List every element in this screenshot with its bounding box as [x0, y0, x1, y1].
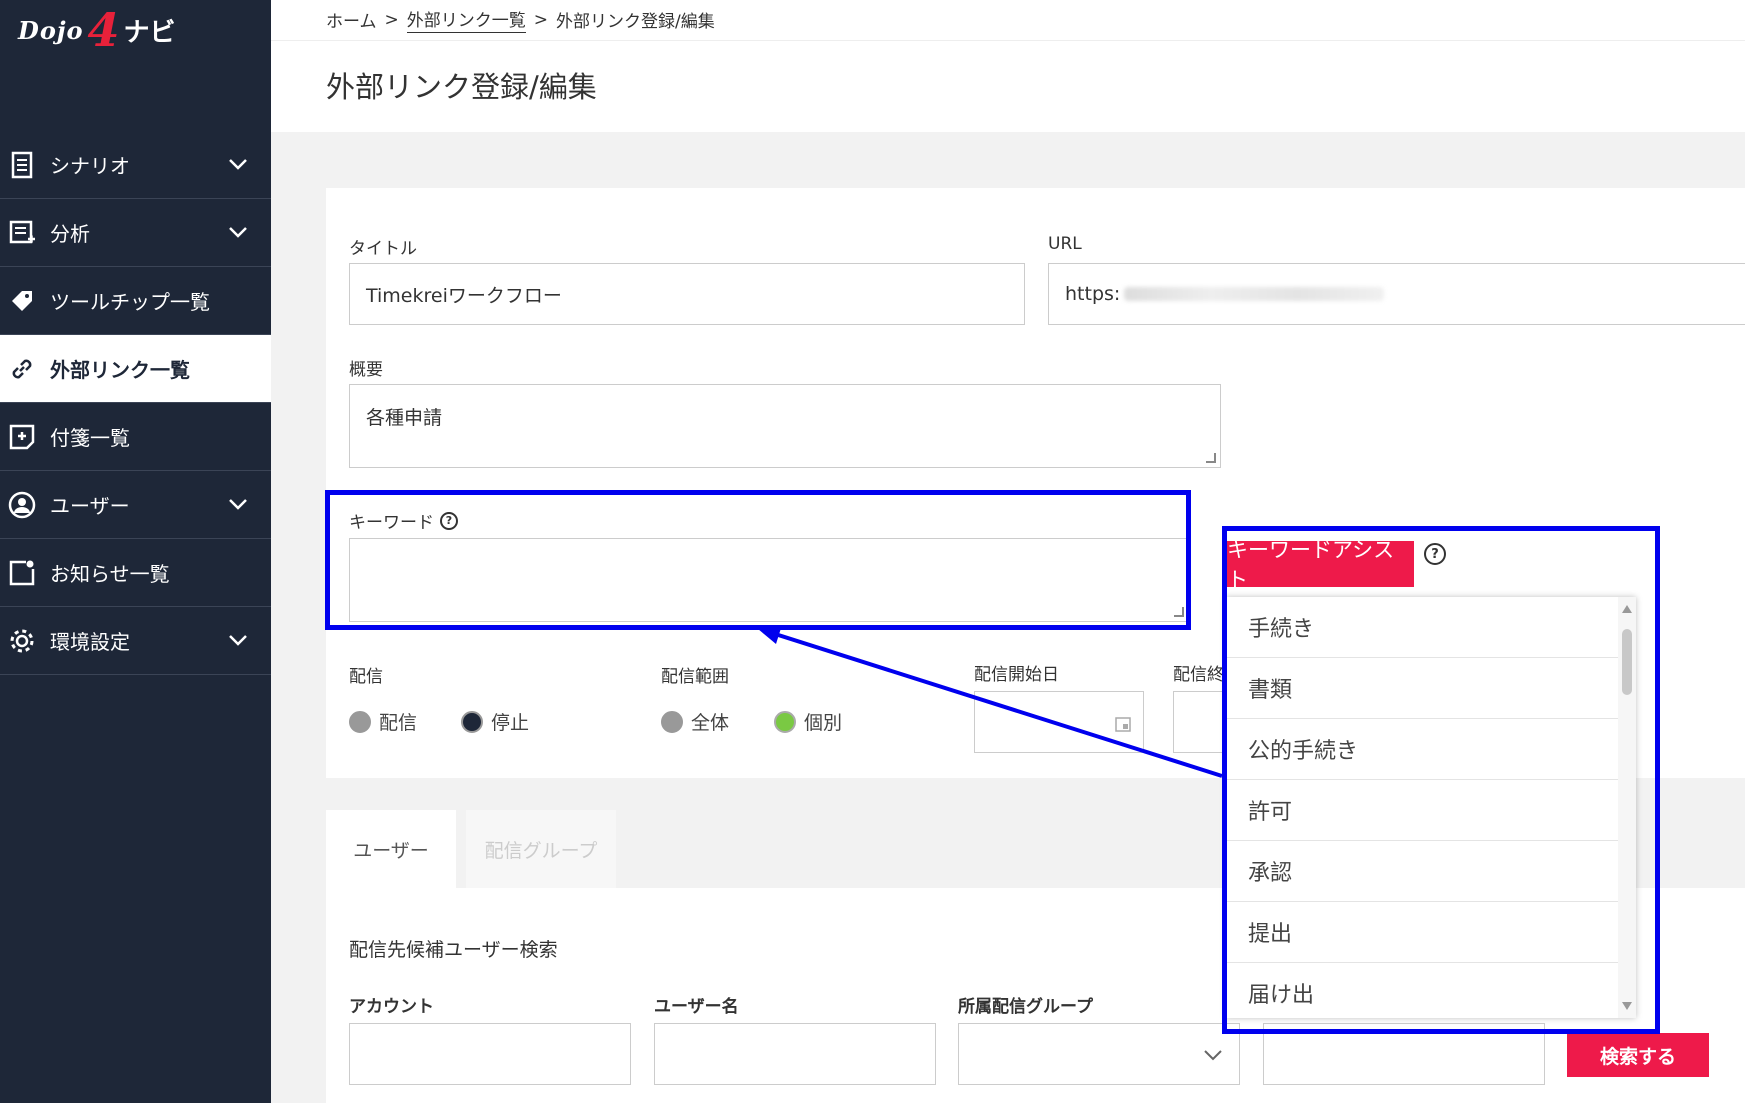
annotation-arrow — [758, 625, 1223, 778]
